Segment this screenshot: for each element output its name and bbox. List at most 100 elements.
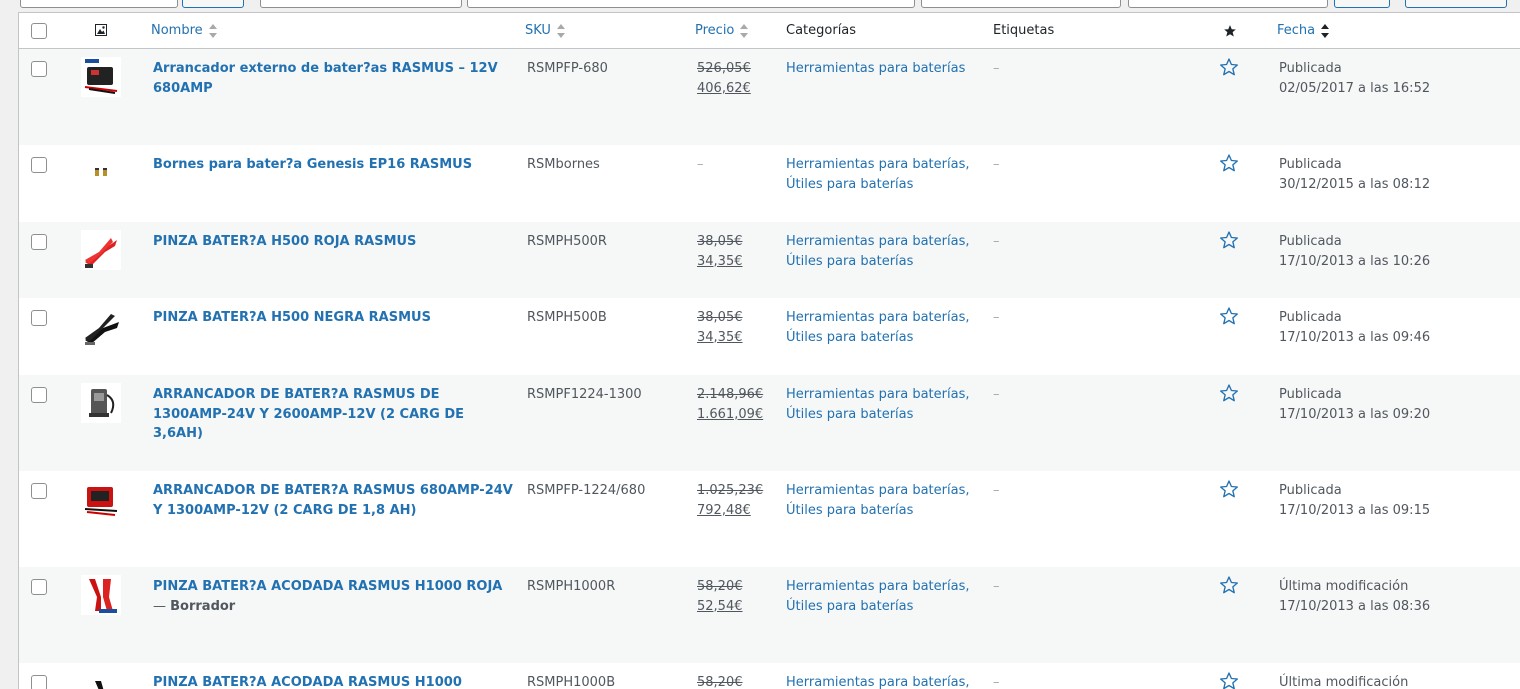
product-name-link[interactable]: ARRANCADOR DE BATER?A RASMUS 680AMP-24V …: [153, 483, 513, 518]
category-filter-select[interactable]: [260, 0, 462, 8]
product-categories[interactable]: Herramientas para baterías, Útiles para …: [786, 481, 976, 520]
column-price[interactable]: Precio: [695, 13, 749, 48]
product-price: 58,20€: [697, 673, 743, 689]
column-price-label[interactable]: Precio: [695, 23, 734, 38]
row-checkbox[interactable]: [31, 387, 47, 403]
brand-filter-select[interactable]: [1128, 0, 1328, 8]
column-sku[interactable]: SKU: [525, 13, 565, 48]
table-row: ARRANCADOR DE BATER?A RASMUS 680AMP-24V …: [19, 471, 1520, 567]
table-row: Arrancador externo de bater?as RASMUS – …: [19, 49, 1520, 145]
state-separator: —: [153, 598, 171, 614]
product-sku: RSMPH1000R: [527, 579, 616, 594]
column-name-label[interactable]: Nombre: [151, 23, 203, 38]
product-name-cell: ARRANCADOR DE BATER?A RASMUS 680AMP-24V …: [153, 481, 513, 520]
product-thumbnail[interactable]: [81, 57, 121, 97]
column-name[interactable]: Nombre: [151, 13, 217, 48]
product-name-link[interactable]: Bornes para bater?a Genesis EP16 RASMUS: [153, 157, 472, 172]
price-sale: 406,62€: [697, 80, 751, 96]
product-price: 1.025,23€ 792,48€: [697, 481, 763, 520]
select-all-checkbox[interactable]: [31, 23, 47, 39]
featured-star-icon[interactable]: [1219, 57, 1239, 84]
product-categories[interactable]: Herramientas para baterías, Útiles para …: [786, 308, 976, 347]
column-sku-label[interactable]: SKU: [525, 23, 551, 38]
product-sku: RSMbornes: [527, 157, 600, 172]
product-sku: RSMPH1000B: [527, 675, 616, 689]
price-none: –: [697, 157, 704, 172]
product-date: Publicada 02/05/2017 a las 16:52: [1279, 59, 1430, 98]
product-sku: RSMPF1224-1300: [527, 387, 642, 402]
publish-status: Publicada: [1279, 310, 1342, 325]
product-tags: –: [993, 157, 1000, 172]
product-state: Borrador: [170, 598, 236, 614]
column-date-label[interactable]: Fecha: [1277, 23, 1315, 38]
product-categories[interactable]: Herramientas para baterías,: [786, 673, 976, 689]
product-thumbnail[interactable]: [81, 479, 121, 519]
featured-star-icon[interactable]: [1219, 306, 1239, 333]
publish-status: Última modificación: [1279, 579, 1409, 594]
product-date: Publicada 17/10/2013 a las 10:26: [1279, 232, 1430, 271]
product-categories[interactable]: Herramientas para baterías, Útiles para …: [786, 577, 976, 616]
publish-status: Publicada: [1279, 234, 1342, 249]
column-featured[interactable]: [1223, 13, 1237, 48]
row-checkbox[interactable]: [31, 310, 47, 326]
product-price: 2.148,96€ 1.661,09€: [697, 385, 763, 424]
featured-star-icon[interactable]: [1219, 230, 1239, 257]
column-categories: Categorías: [786, 13, 856, 48]
row-checkbox[interactable]: [31, 483, 47, 499]
price-regular: 58,20€: [697, 579, 743, 594]
sort-desc-icon: [1321, 23, 1330, 38]
product-price: –: [697, 155, 704, 175]
product-date: Publicada 17/10/2013 a las 09:20: [1279, 385, 1430, 424]
apply-button[interactable]: [182, 0, 244, 8]
product-thumbnail[interactable]: [81, 306, 121, 346]
publish-status: Publicada: [1279, 387, 1342, 402]
export-button[interactable]: [1405, 0, 1507, 8]
star-filled-icon: [1224, 24, 1236, 37]
featured-star-icon[interactable]: [1219, 153, 1239, 180]
column-date[interactable]: Fecha: [1277, 13, 1330, 48]
row-checkbox[interactable]: [31, 234, 47, 250]
product-thumbnail[interactable]: [81, 383, 121, 423]
price-regular: 38,05€: [697, 310, 743, 325]
featured-star-icon[interactable]: [1219, 575, 1239, 602]
sort-icon: [556, 23, 565, 38]
sort-icon: [740, 23, 749, 38]
row-checkbox[interactable]: [31, 579, 47, 595]
price-regular: 58,20€: [697, 675, 743, 689]
product-name-cell: PINZA BATER?A ACODADA RASMUS H1000 ROJA …: [153, 577, 513, 616]
featured-star-icon[interactable]: [1219, 383, 1239, 410]
product-categories[interactable]: Herramientas para baterías, Útiles para …: [786, 232, 976, 271]
product-categories[interactable]: Herramientas para baterías, Útiles para …: [786, 155, 976, 194]
table-row: PINZA BATER?A H500 NEGRA RASMUS RSMPH500B…: [19, 298, 1520, 375]
row-checkbox[interactable]: [31, 675, 47, 689]
product-name-link[interactable]: PINZA BATER?A H500 NEGRA RASMUS: [153, 310, 431, 325]
stock-filter-select[interactable]: [921, 0, 1121, 8]
filter-button[interactable]: [1334, 0, 1390, 8]
product-name-link[interactable]: Arrancador externo de bater?as RASMUS – …: [153, 61, 498, 96]
type-filter-select[interactable]: [467, 0, 915, 8]
product-thumbnail[interactable]: [81, 671, 121, 689]
product-tags: –: [993, 579, 1000, 594]
table-row: ARRANCADOR DE BATER?A RASMUS DE 1300AMP-…: [19, 375, 1520, 471]
product-name-cell: Bornes para bater?a Genesis EP16 RASMUS: [153, 155, 513, 175]
image-icon: [95, 24, 107, 36]
product-name-link[interactable]: ARRANCADOR DE BATER?A RASMUS DE 1300AMP-…: [153, 387, 464, 441]
product-name-cell: ARRANCADOR DE BATER?A RASMUS DE 1300AMP-…: [153, 385, 513, 444]
product-thumbnail[interactable]: [81, 230, 121, 270]
product-tags: –: [993, 675, 1000, 689]
product-name-link[interactable]: PINZA BATER?A ACODADA RASMUS H1000 NEGRA: [153, 675, 462, 689]
product-name-link[interactable]: PINZA BATER?A H500 ROJA RASMUS: [153, 234, 416, 249]
product-name-link[interactable]: PINZA BATER?A ACODADA RASMUS H1000 ROJA: [153, 579, 502, 594]
row-checkbox[interactable]: [31, 61, 47, 77]
featured-star-icon[interactable]: [1219, 671, 1239, 689]
product-thumbnail[interactable]: [81, 575, 121, 615]
table-row: Bornes para bater?a Genesis EP16 RASMUS R…: [19, 145, 1520, 222]
bulk-actions-select[interactable]: [20, 0, 178, 8]
row-checkbox[interactable]: [31, 157, 47, 173]
featured-star-icon[interactable]: [1219, 479, 1239, 506]
table-row: PINZA BATER?A H500 ROJA RASMUS RSMPH500R 3…: [19, 222, 1520, 298]
product-date: Publicada 30/12/2015 a las 08:12: [1279, 155, 1430, 194]
product-categories[interactable]: Herramientas para baterías: [786, 59, 976, 79]
product-categories[interactable]: Herramientas para baterías, Útiles para …: [786, 385, 976, 424]
product-thumbnail[interactable]: [81, 153, 121, 193]
